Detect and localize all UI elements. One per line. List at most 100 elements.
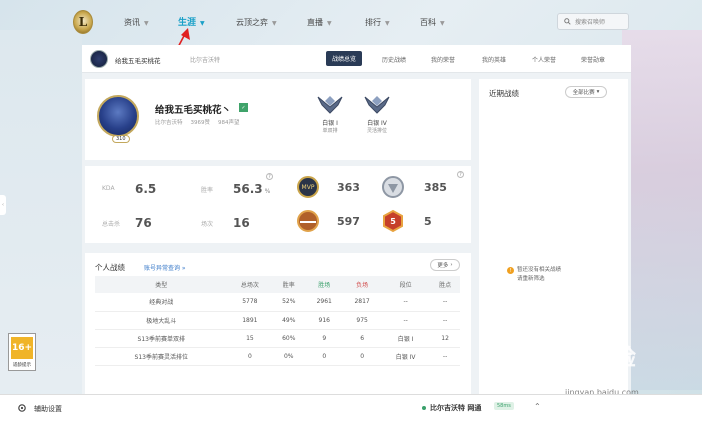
profile-card: 310 给我五毛买桃花丶 ✓ 比尔吉沃特 3969赞 984声望 白银 I 单双…: [85, 79, 471, 160]
cell: S13季前赛灵活排位: [95, 347, 228, 366]
tab-personal-honor[interactable]: 个人荣誉: [532, 55, 556, 64]
search-placeholder: 搜索召唤师: [575, 19, 606, 26]
cell: 0%: [272, 347, 306, 366]
cell: --: [430, 347, 460, 366]
chevron-down-icon: ▼: [272, 20, 277, 27]
cell: 1891: [227, 311, 273, 330]
cell: --: [430, 293, 460, 312]
player-server: 比尔吉沃特: [155, 120, 183, 126]
silver-rank-icon: [364, 96, 390, 114]
cell: 0: [305, 347, 344, 366]
nav-item-wiki[interactable]: 百科 ▼: [420, 17, 445, 28]
chevron-down-icon: ▾: [596, 89, 600, 95]
cell: 975: [343, 311, 382, 330]
cell: --: [381, 311, 431, 330]
gear-icon[interactable]: [17, 403, 27, 413]
cell: 0: [227, 347, 273, 366]
rank-solo: 白银 I 单双排: [310, 93, 350, 134]
status-dot-icon: [422, 406, 426, 410]
table-row: 经典对战 5778 52% 2961 2817 -- --: [95, 293, 460, 312]
tab-medals[interactable]: 荣誉勋章: [581, 55, 605, 64]
chevron-down-icon: ▼: [144, 20, 149, 27]
lol-logo-icon[interactable]: L: [73, 10, 93, 34]
pentakill-count: 5: [424, 215, 432, 228]
games-label: 场次: [201, 221, 214, 228]
personal-stats-card: 个人战绩 账号异常查询 » 更多 › 类型 总场次 胜率 胜场 负场 段位 胜点 …: [85, 253, 471, 395]
recent-title: 近期战绩: [489, 89, 519, 98]
player-prestige: 984声望: [218, 120, 240, 126]
tab-overview[interactable]: 战绩总览: [326, 51, 363, 66]
cell: 极地大乱斗: [95, 311, 228, 330]
info-icon: !: [507, 267, 514, 274]
account-check-link[interactable]: 账号异常查询 »: [144, 263, 186, 272]
watermark-logo: Bai 经验: [540, 346, 637, 371]
kda-value: 6.5: [135, 182, 157, 196]
table-row: S13季前赛单双排 15 60% 9 6 白银 I 12: [95, 329, 460, 348]
col-tier: 段位: [381, 276, 431, 293]
chevron-down-icon: ▼: [327, 20, 332, 27]
sub-player-name: 给我五毛买桃花: [115, 57, 161, 65]
side-collapse-handle[interactable]: ‹: [0, 195, 6, 215]
match-filter-dropdown[interactable]: 全部比赛 ▾: [565, 86, 607, 98]
tab-history[interactable]: 历史战绩: [382, 55, 406, 64]
more-button[interactable]: 更多 ›: [430, 259, 460, 271]
table-row: 极地大乱斗 1891 49% 916 975 -- --: [95, 311, 460, 330]
winrate-value: 56.3%: [233, 182, 271, 196]
cell: 60%: [272, 329, 306, 348]
cell: 经典对战: [95, 293, 228, 312]
sub-navigation: 给我五毛买桃花 比尔吉沃特 战绩总览 历史战绩 我的荣誉 我的英雄 个人荣誉 荣…: [82, 45, 631, 73]
tab-my-heroes[interactable]: 我的英雄: [482, 55, 506, 64]
cell: --: [381, 293, 431, 312]
col-wins: 胜场: [305, 276, 344, 293]
kda-label: KDA: [102, 185, 115, 192]
empty-message: 暂还没有相关战绩 请重新筛选: [517, 267, 562, 282]
cell: 6: [343, 329, 382, 348]
age-number: 16+: [11, 337, 33, 359]
level-badge: 310: [112, 135, 130, 143]
player-likes: 3969赞: [190, 120, 211, 126]
chevron-up-icon[interactable]: ⌃: [534, 402, 541, 411]
cell: 0: [343, 347, 382, 366]
search-input[interactable]: 搜索召唤师: [557, 13, 629, 30]
tab-my-honor[interactable]: 我的荣誉: [431, 55, 455, 64]
player-name: 给我五毛买桃花丶: [155, 105, 232, 116]
stats-card: KDA 6.5 胜率 56.3% ? 总击杀 76 场次 16 MVP 363 …: [85, 166, 471, 243]
cell: 2817: [343, 293, 382, 312]
silver-medal-icon: [382, 176, 404, 198]
nav-item-news[interactable]: 资讯 ▼: [124, 17, 149, 28]
age-rating-badge: 16+ 适龄提示: [8, 333, 36, 371]
kills-value: 76: [135, 216, 152, 230]
avatar[interactable]: [90, 50, 108, 68]
games-value: 16: [233, 216, 250, 230]
server-status[interactable]: 比尔吉沃特 网通: [430, 403, 481, 413]
cell: 52%: [272, 293, 306, 312]
chevron-down-icon: ▼: [385, 20, 390, 27]
assist-settings-button[interactable]: 辅助设置: [34, 404, 62, 414]
personal-stats-title: 个人战绩: [95, 263, 125, 272]
nav-item-tft[interactable]: 云顶之弈 ▼: [236, 17, 277, 28]
cell: 白银 I: [381, 329, 431, 348]
background-art-right: [622, 30, 702, 390]
age-label: 适龄提示: [13, 363, 31, 368]
nav-item-rank[interactable]: 排行 ▼: [365, 17, 390, 28]
rank-solo-queue: 单双排: [322, 128, 338, 134]
top-navigation: L 资讯 ▼ 生涯 ▼ 云顶之弈 ▼ 直播 ▼ 排行 ▼ 百科 ▼ 搜索召唤师: [0, 0, 702, 44]
chevron-right-icon: ›: [450, 262, 453, 268]
chevron-down-icon: ▼: [200, 20, 205, 27]
kills-label: 总击杀: [102, 221, 121, 228]
silver-rank-icon: [317, 96, 343, 114]
col-losses: 负场: [343, 276, 382, 293]
col-type: 类型: [95, 276, 228, 293]
verified-badge-icon: ✓: [239, 103, 248, 112]
nav-item-live[interactable]: 直播 ▼: [307, 17, 332, 28]
cell: 5778: [227, 293, 273, 312]
cell: 2961: [305, 293, 344, 312]
cell: 白银 IV: [381, 347, 431, 366]
help-icon[interactable]: ?: [457, 171, 464, 178]
pentakill-medal-icon: 5: [383, 209, 403, 233]
ping-badge: 58ms: [494, 402, 514, 410]
help-icon[interactable]: ?: [266, 173, 273, 180]
player-meta: 比尔吉沃特 3969赞 984声望: [155, 118, 240, 126]
sub-server-name: 比尔吉沃特: [190, 57, 221, 64]
player-avatar[interactable]: [97, 95, 139, 137]
